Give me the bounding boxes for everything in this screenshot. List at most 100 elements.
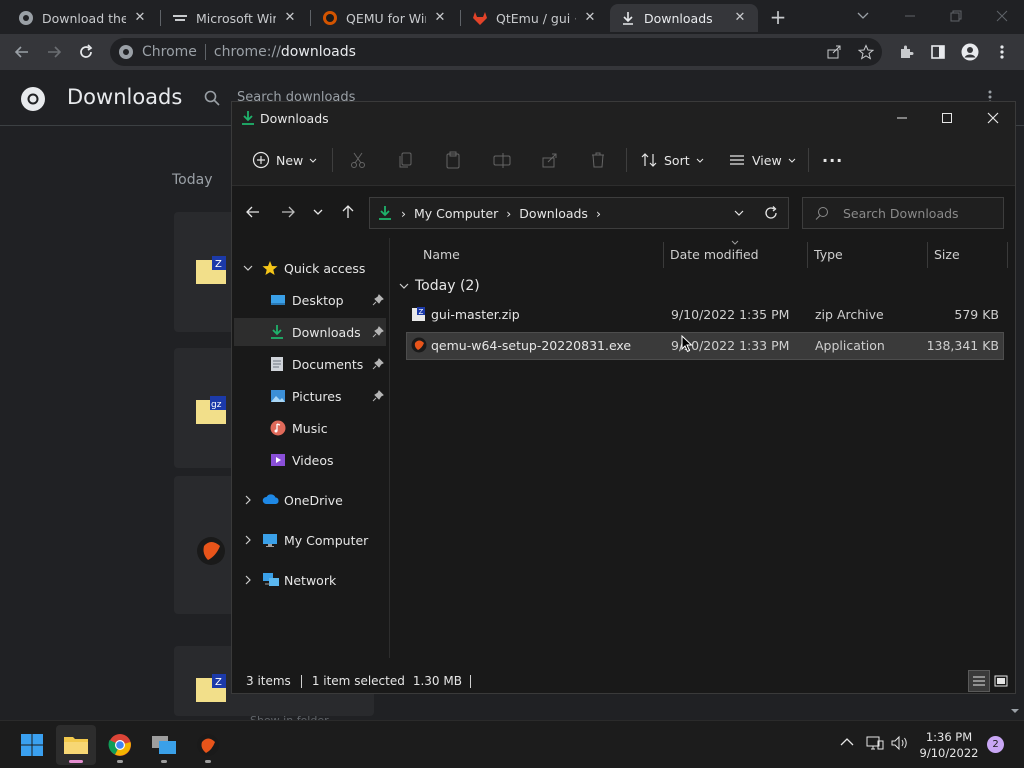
nav-videos[interactable]: Videos [234,446,386,474]
cut-icon[interactable] [348,150,368,170]
rename-icon[interactable] [492,150,512,170]
share-icon[interactable] [826,44,842,60]
nav-documents[interactable]: Documents [234,350,386,378]
breadcrumb-downloads[interactable]: Downloads [519,206,588,221]
column-header-date-modified[interactable]: Date modified [670,238,759,270]
file-type: Application [815,338,885,353]
taskbar-chrome[interactable] [100,725,140,765]
file-size: 579 KB [954,307,999,322]
new-tab-button[interactable]: + [768,7,788,27]
taskbar-remote-desktop[interactable] [144,725,184,765]
column-divider[interactable] [927,242,928,268]
tab-qtemu-gitlab[interactable]: QtEmu / gui · Gi ✕ [462,4,608,32]
window-restore-button[interactable] [946,6,966,26]
tab-download-fr[interactable]: Download the Fr ✕ [8,4,158,32]
tab-title: QtEmu / gui · Gi [496,10,576,26]
column-header-name[interactable]: Name [423,238,460,270]
nav-onedrive[interactable]: OneDrive [234,486,386,514]
forward-button[interactable] [44,42,64,62]
nav-network[interactable]: Network [234,566,386,594]
back-button[interactable] [12,42,32,62]
show-hidden-icons-chevron-icon[interactable] [840,737,854,747]
breadcrumb-my-computer[interactable]: My Computer [414,206,498,221]
column-header-size[interactable]: Size [934,238,960,270]
sort-button[interactable]: Sort [640,148,704,172]
pin-icon[interactable] [372,294,384,306]
start-button[interactable] [12,725,52,765]
address-breadcrumb-bar[interactable]: › My Computer › Downloads › [369,197,789,229]
close-icon[interactable]: ✕ [432,10,448,26]
status-divider [300,674,302,688]
tab-downloads[interactable]: Downloads ✕ [610,4,758,32]
site-label: Chrome [142,44,197,60]
profile-avatar-icon[interactable] [960,42,980,62]
notification-badge[interactable]: 2 [987,736,1004,753]
column-divider[interactable] [663,242,664,268]
explorer-close-button[interactable] [983,108,1003,128]
nav-pictures[interactable]: Pictures [234,382,386,410]
forward-arrow-icon[interactable] [281,205,295,219]
column-header-type[interactable]: Type [814,238,843,270]
side-panel-icon[interactable] [928,42,948,62]
explorer-search-input[interactable]: Search Downloads [802,197,1004,229]
tab-title: QEMU for Wind [346,10,426,26]
tab-divider [310,10,311,26]
back-arrow-icon[interactable] [246,205,260,219]
taskbar-qemu[interactable] [188,725,228,765]
more-options-button[interactable]: ... [822,144,843,168]
clock-area[interactable]: 1:36 PM 9/10/2022 [918,729,980,761]
running-indicator [205,760,211,763]
close-icon[interactable]: ✕ [582,10,598,26]
nav-desktop[interactable]: Desktop [234,286,386,314]
new-button[interactable]: New [252,148,317,172]
group-header-today[interactable]: Today (2) [399,276,480,296]
explorer-minimize-button[interactable] [892,108,912,128]
bookmark-star-icon[interactable] [858,44,874,60]
column-divider[interactable] [807,242,808,268]
command-divider [626,148,627,172]
windows-logo-icon [172,10,188,26]
delete-trash-icon[interactable] [588,150,608,170]
nav-music[interactable]: Music [234,414,386,442]
column-divider[interactable] [1007,242,1008,268]
chrome-menu-kebab-icon[interactable] [992,42,1012,62]
details-view-icon[interactable] [968,670,990,692]
paste-icon[interactable] [443,150,463,170]
volume-icon[interactable] [891,735,909,751]
view-button[interactable]: View [728,148,796,172]
tab-microsoft-windows[interactable]: Microsoft Wind ✕ [162,4,308,32]
file-list: Name Date modified Type Size Today (2) Z… [391,238,1015,764]
pin-icon[interactable] [372,358,384,370]
taskbar-file-explorer[interactable] [56,725,96,765]
file-row[interactable]: Z gui-master.zip 9/10/2022 1:35 PM zip A… [407,302,1003,328]
share-icon[interactable] [540,150,560,170]
close-icon[interactable]: ✕ [732,10,748,26]
tab-qemu-windows[interactable]: QEMU for Wind ✕ [312,4,458,32]
nav-downloads[interactable]: Downloads [234,318,386,346]
extensions-puzzle-icon[interactable] [896,42,916,62]
file-row[interactable]: qemu-w64-setup-20220831.exe 9/10/2022 1:… [406,332,1004,360]
window-close-button[interactable] [992,6,1012,26]
large-icons-view-icon[interactable] [992,672,1010,690]
address-bar[interactable]: Chrome chrome://downloads [110,38,882,66]
tab-search-button[interactable] [856,8,872,24]
pin-icon[interactable] [372,390,384,402]
nav-label: Quick access [284,260,366,276]
up-arrow-icon[interactable] [341,205,355,219]
close-icon[interactable]: ✕ [132,10,148,26]
network-status-icon[interactable] [866,735,884,751]
scrollbar-down-arrow[interactable] [1010,706,1020,716]
refresh-icon[interactable] [763,205,779,221]
reload-button[interactable] [76,42,96,62]
nav-my-computer[interactable]: My Computer [234,526,386,554]
close-icon[interactable]: ✕ [282,10,298,26]
copy-icon[interactable] [396,150,416,170]
nav-label: Network [284,572,337,588]
nav-quick-access[interactable]: Quick access [234,254,386,282]
explorer-maximize-button[interactable] [937,108,957,128]
address-history-chevron-icon[interactable] [734,209,744,217]
window-minimize-button[interactable] [900,6,920,26]
pin-icon[interactable] [372,326,384,338]
recent-locations-chevron-icon[interactable] [313,208,323,216]
chevron-down-icon [788,156,796,164]
